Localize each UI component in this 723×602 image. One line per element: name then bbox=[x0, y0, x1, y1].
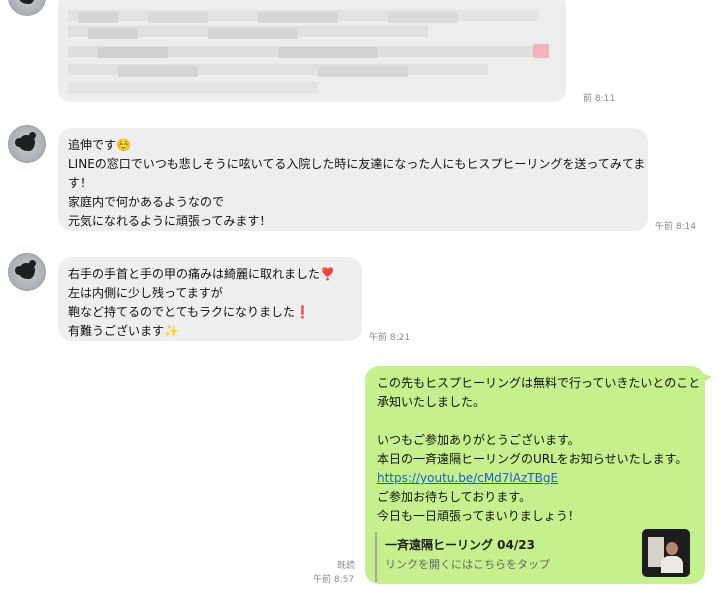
video-thumbnail-image[interactable] bbox=[642, 529, 690, 577]
message-text-line: 左は内側に少し残ってますが bbox=[68, 286, 223, 300]
message-text-line: ご参加お待ちしております。 bbox=[377, 490, 532, 504]
link-preview-title: 一斉遠隔ヒーリング 04/23 bbox=[385, 538, 535, 552]
youtube-link[interactable]: https://youtu.be/cMd7lAzTBgE bbox=[377, 471, 558, 485]
message-time: 午前 8:57 bbox=[313, 575, 355, 585]
read-status: 既読 bbox=[337, 561, 356, 571]
message-time: 午前 8:21 bbox=[369, 333, 411, 343]
message-text-line: 家庭内で何かあるようなので bbox=[68, 195, 225, 209]
sparkles-icon: ✨ bbox=[164, 324, 179, 338]
message-text-line: 元気になれるように頑張ってみます！ bbox=[68, 214, 272, 228]
link-preview-card[interactable]: 一斉遠隔ヒーリング 04/23 リンクを開くにはこちらをタップ bbox=[375, 529, 697, 582]
smiling-emoji-icon: ☺️ bbox=[116, 138, 131, 152]
message-text-line: 追伸です bbox=[68, 138, 117, 152]
message-text-line: 本日の一斉遠隔ヒーリングのURLをお知らせいたします。 bbox=[377, 452, 688, 466]
message-text-line: す！ bbox=[68, 176, 93, 190]
message-text-line: 今日も一日頑張ってまいりましょう！ bbox=[377, 509, 580, 523]
message-text-line: 鞄など持てるのでとてもラクになりました bbox=[68, 305, 296, 319]
exclamation-icon: ❗ bbox=[295, 305, 310, 319]
contact-avatar[interactable] bbox=[8, 125, 46, 163]
message-time: 午前 8:14 bbox=[655, 222, 697, 232]
message-text-line: 有難うございます bbox=[68, 324, 165, 338]
message-text-line: この先もヒスプヒーリングは無料で行っていきたいとのこと bbox=[377, 376, 701, 390]
message-text-line: 右手の手首と手の甲の痛みは綺麗に取れました bbox=[68, 267, 321, 281]
incoming-message-bubble[interactable]: 追伸です☺️ LINEの窓口でいつも悲しそうに呟いてる入院した時に友達になった人… bbox=[58, 128, 648, 231]
link-preview-subtitle: リンクを開くにはこちらをタップ bbox=[385, 558, 550, 571]
message-text-line bbox=[377, 412, 693, 431]
incoming-message-bubble[interactable]: 右手の手首と手の甲の痛みは綺麗に取れました❣️ 左は内側に少し残ってますが 鞄な… bbox=[58, 257, 362, 341]
contact-avatar[interactable] bbox=[8, 253, 46, 291]
message-text-line: 承知いたしました。 bbox=[377, 395, 486, 409]
message-text-line: いつもご参加ありがとうございます。 bbox=[377, 433, 580, 447]
heart-exclamation-icon: ❣️ bbox=[320, 267, 335, 281]
message-text-line: LINEの窓口でいつも悲しそうに呟いてる入院した時に友達になった人にもヒスプヒー… bbox=[68, 157, 646, 171]
contact-avatar[interactable] bbox=[8, 0, 46, 16]
message-time: 前 8:11 bbox=[583, 94, 616, 104]
outgoing-message-bubble[interactable]: この先もヒスプヒーリングは無料で行っていきたいとのこと 承知いたしました。 いつ… bbox=[365, 366, 712, 584]
blurred-message-bubble bbox=[58, 0, 566, 102]
